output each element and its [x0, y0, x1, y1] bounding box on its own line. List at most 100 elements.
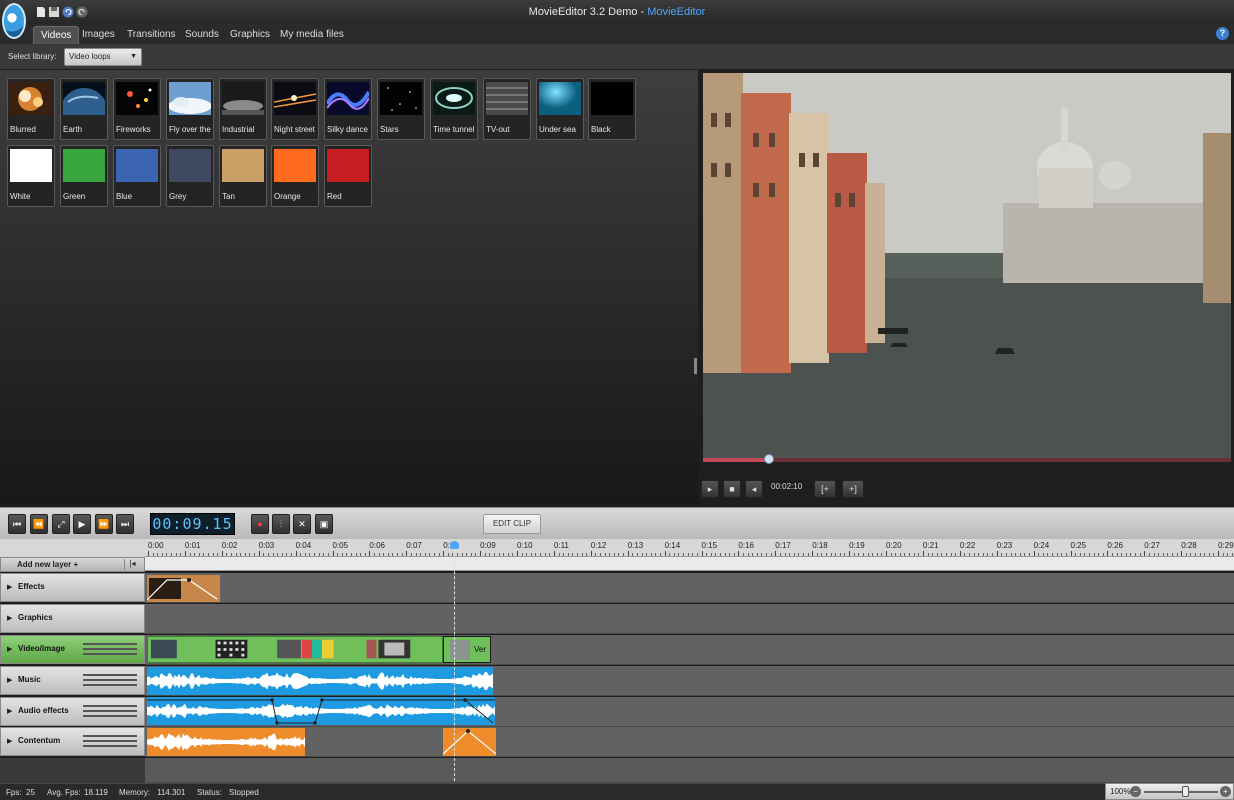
library-item-tan[interactable]: Tan — [219, 145, 267, 207]
tab-videos[interactable]: Videos — [33, 26, 80, 44]
ruler-minor-tick — [830, 553, 832, 556]
app-logo-icon[interactable] — [2, 3, 26, 39]
ruler-minor-tick — [401, 553, 403, 556]
library-item-fireworks[interactable]: Fireworks — [113, 78, 161, 140]
preview-stop-button[interactable]: ■ — [723, 480, 741, 498]
zoom-slider-track[interactable] — [1144, 791, 1218, 793]
track-row-graphics[interactable] — [145, 604, 1234, 634]
help-icon[interactable]: ? — [1216, 27, 1229, 40]
tab-transitions[interactable]: Transitions — [120, 26, 183, 44]
playhead-line[interactable] — [454, 541, 455, 781]
volume-slider[interactable] — [83, 643, 137, 657]
fast-forward-icon[interactable]: ⏩ — [95, 514, 113, 534]
volume-slider[interactable] — [83, 735, 137, 749]
play-icon[interactable]: ▶ — [73, 514, 91, 534]
mark-in-button[interactable]: [+ — [814, 480, 836, 498]
ruler-minor-tick — [530, 553, 532, 556]
library-item-time-tunnel[interactable]: Time tunnel — [430, 78, 478, 140]
ruler-minor-tick — [632, 553, 634, 556]
ruler-minor-tick — [1167, 553, 1169, 556]
track-header-contentum[interactable]: ▶ Contentum — [0, 727, 145, 756]
track-header-effects[interactable]: ▶ Effects — [0, 573, 145, 602]
snapshot-icon[interactable]: ▣ — [315, 514, 333, 534]
library-item-blurred[interactable]: Blurred — [7, 78, 55, 140]
add-new-layer-button[interactable]: Add new layer + |◂ — [0, 557, 145, 572]
expand-arrow-icon[interactable]: ▶ — [7, 583, 12, 591]
ruler-minor-tick — [198, 553, 200, 556]
zoom-slider-handle[interactable] — [1182, 786, 1189, 797]
select-library-label: Select library: — [8, 52, 57, 61]
ruler-minor-tick — [314, 553, 316, 556]
edit-clip-button[interactable]: EDIT CLIP — [483, 514, 541, 534]
expand-arrow-icon[interactable]: ▶ — [7, 645, 12, 653]
library-item-silky-dance[interactable]: Silky dance — [324, 78, 372, 140]
preview-play-button[interactable]: ▸ — [701, 480, 719, 498]
mark-out-button[interactable]: +] — [842, 480, 864, 498]
video-preview-image — [703, 73, 1231, 458]
preview-seek-bar[interactable] — [703, 458, 1231, 462]
zoom-in-icon[interactable]: + — [1220, 786, 1231, 797]
track-row-empty[interactable] — [145, 758, 1234, 783]
timeline-scroll-strip[interactable] — [145, 557, 1234, 571]
collapse-icon[interactable]: |◂ — [124, 559, 140, 570]
expand-arrow-icon[interactable]: ▶ — [7, 614, 12, 622]
library-dropdown[interactable]: Video loops ▼ — [64, 48, 142, 66]
library-item-green[interactable]: Green — [60, 145, 108, 207]
ruler-minor-tick — [507, 553, 509, 556]
track-header-graphics[interactable]: ▶ Graphics — [0, 604, 145, 633]
audio-effects-clip[interactable] — [147, 697, 495, 725]
ruler-minor-tick — [604, 553, 606, 556]
volume-slider[interactable] — [83, 674, 137, 688]
library-item-industrial[interactable]: Industrial — [219, 78, 267, 140]
track-header-video-image[interactable]: ▶ Video/image — [0, 635, 145, 664]
panel-splitter-handle[interactable] — [694, 358, 697, 374]
tab-sounds[interactable]: Sounds — [178, 26, 226, 44]
volume-slider[interactable] — [83, 705, 137, 719]
timeline-ruler[interactable]: 0:000:010:020:030:040:050:060:070:080:09… — [145, 539, 1234, 557]
library-item-red[interactable]: Red — [324, 145, 372, 207]
library-item-white[interactable]: White — [7, 145, 55, 207]
preview-volume-button[interactable]: ◂ — [745, 480, 763, 498]
library-item-blue[interactable]: Blue — [113, 145, 161, 207]
expand-arrow-icon[interactable]: ▶ — [7, 737, 12, 745]
library-item-name: Fireworks — [116, 125, 151, 134]
library-item-tv-out[interactable]: TV-out — [483, 78, 531, 140]
library-item-stars[interactable]: Stars — [377, 78, 425, 140]
tab-graphics[interactable]: Graphics — [223, 26, 277, 44]
effect-clip[interactable] — [147, 575, 220, 602]
skip-start-icon[interactable]: ⏮ — [8, 514, 26, 534]
ruler-major-tick — [553, 551, 555, 556]
fps-value: 25 — [26, 788, 35, 797]
expand-arrow-icon[interactable]: ▶ — [7, 676, 12, 684]
preview-seek-handle[interactable] — [764, 454, 774, 464]
library-item-orange[interactable]: Orange — [271, 145, 319, 207]
record-icon[interactable]: ● — [251, 514, 269, 534]
delete-icon[interactable]: ✕ — [293, 514, 311, 534]
tab-my-media-files[interactable]: My media files — [273, 26, 351, 44]
playhead-handle[interactable] — [450, 541, 459, 549]
expand-arrow-icon[interactable]: ▶ — [7, 707, 12, 715]
skip-end-icon[interactable]: ⏭ — [116, 514, 134, 534]
library-item-grey[interactable]: Grey — [166, 145, 214, 207]
library-item-night-street[interactable]: Night street — [271, 78, 319, 140]
ruler-minor-tick — [1190, 553, 1192, 556]
track-row-effects[interactable] — [145, 573, 1234, 603]
fullscreen-icon[interactable]: ⤢ — [52, 514, 70, 534]
library-item-earth[interactable]: Earth — [60, 78, 108, 140]
track-row-contentum[interactable] — [145, 727, 1234, 757]
split-icon[interactable]: ⫶ — [272, 514, 290, 534]
contentum-clip[interactable] — [147, 728, 305, 756]
video-clip-2[interactable]: Ver — [443, 636, 491, 663]
video-clip[interactable] — [147, 636, 443, 663]
track-header-music[interactable]: ▶ Music — [0, 666, 145, 695]
contentum-clip-2[interactable] — [443, 728, 496, 756]
ruler-tick-label: 0:22 — [959, 541, 976, 550]
track-header-audio-effects[interactable]: ▶ Audio effects — [0, 697, 145, 726]
library-item-fly-over[interactable]: Fly over the — [166, 78, 214, 140]
library-item-under-sea[interactable]: Under sea — [536, 78, 584, 140]
rewind-icon[interactable]: ⏪ — [30, 514, 48, 534]
library-item-black[interactable]: Black — [588, 78, 636, 140]
tab-images[interactable]: Images — [75, 26, 122, 44]
music-clip[interactable] — [147, 667, 493, 695]
zoom-out-icon[interactable]: − — [1130, 786, 1141, 797]
